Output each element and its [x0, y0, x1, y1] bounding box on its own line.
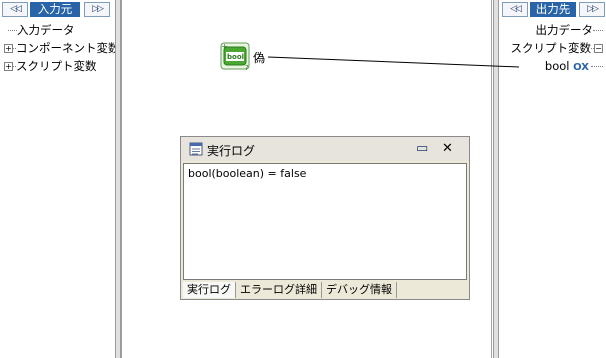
tree-item-script-vars[interactable]: スクリプト変数 −	[499, 39, 603, 57]
dialog-title: 実行ログ	[207, 144, 256, 158]
tab-error-log-detail[interactable]: エラーログ詳細	[236, 282, 322, 298]
tree-item-output-data[interactable]: 出力データ	[499, 21, 603, 39]
collapse-icon[interactable]: −	[594, 44, 603, 53]
mapping-line[interactable]	[267, 56, 520, 68]
close-button[interactable]: ✕	[442, 141, 453, 156]
right-panel: ◁◁ 出力先 ▷▷ 出力データ スクリプト変数 − bool OX	[499, 0, 606, 358]
target-tree: 出力データ スクリプト変数 − bool OX	[499, 21, 603, 77]
tab-execution-log[interactable]: 実行ログ	[183, 282, 236, 298]
log-line: bool(boolean) = false	[188, 167, 307, 180]
log-output[interactable]: bool(boolean) = false	[183, 163, 467, 280]
svg-text:+: +	[221, 42, 228, 51]
right-next-button[interactable]: ▷▷	[579, 2, 605, 17]
boolean-node[interactable]: + ? bool	[219, 41, 251, 72]
tree-item-bool[interactable]: bool OX	[499, 57, 603, 77]
log-icon	[189, 142, 203, 156]
tree-connector	[593, 30, 603, 31]
execution-log-dialog: 実行ログ ▭ ✕ bool(boolean) = false 実行ログ エラーロ…	[180, 136, 470, 300]
bool-node-icon-text: bool	[227, 53, 245, 61]
minimize-button[interactable]: ▭	[416, 141, 428, 156]
right-panel-title: 出力先	[530, 2, 576, 17]
tab-debug-info[interactable]: デバッグ情報	[322, 282, 397, 298]
dialog-title-bar[interactable]: 実行ログ ▭ ✕	[181, 137, 469, 161]
boolean-type-badge: OX	[573, 62, 589, 73]
tree-item-label: 出力データ	[535, 23, 594, 37]
right-prev-button[interactable]: ◁◁	[502, 2, 528, 17]
tree-connector	[591, 66, 603, 67]
log-tabs: 実行ログ エラーログ詳細 デバッグ情報	[183, 282, 397, 298]
svg-text:?: ?	[245, 64, 249, 71]
tree-item-label: bool	[544, 59, 570, 73]
node-value-label: 偽	[253, 51, 266, 65]
tree-item-label: スクリプト変数	[510, 41, 592, 55]
